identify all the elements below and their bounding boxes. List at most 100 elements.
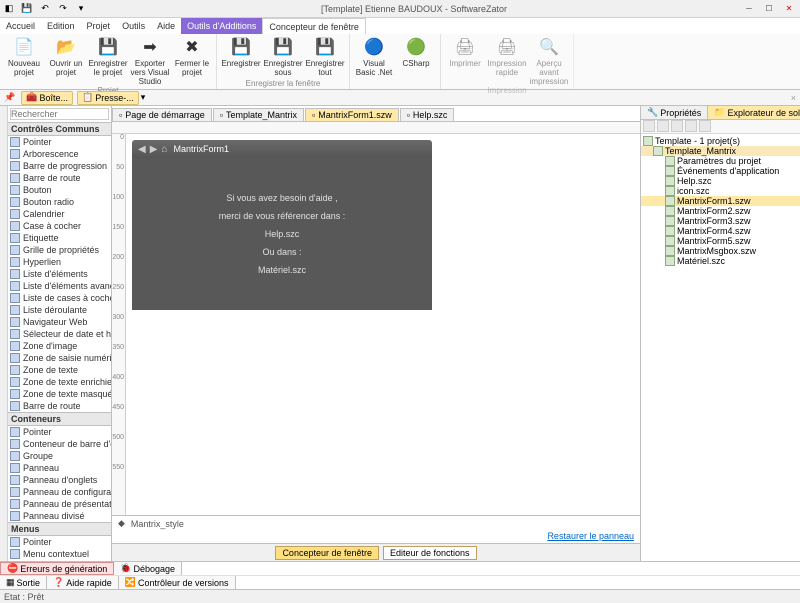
toolbox-item[interactable]: Liste déroulante xyxy=(8,304,111,316)
restore-panel-link[interactable]: Restaurer le panneau xyxy=(547,531,640,543)
dropdown-icon[interactable]: ▾ xyxy=(141,92,146,103)
tree-node[interactable]: MantrixMsgbox.szw xyxy=(641,246,800,256)
mode-designer-button[interactable]: Concepteur de fenêtre xyxy=(275,546,379,560)
toolbox-item[interactable]: Barre d'état xyxy=(8,560,111,561)
toolbox-item[interactable]: Zone d'image xyxy=(8,340,111,352)
toolbox-item[interactable]: Zone de texte xyxy=(8,364,111,376)
toolbox-item[interactable]: Panneau xyxy=(8,462,111,474)
ribbon-vbnet[interactable]: 🔵Visual Basic .Net xyxy=(354,36,394,78)
tree-node[interactable]: Événements d'application xyxy=(641,166,800,176)
toolbox-item[interactable]: Panneau de configuration de xyxy=(8,486,111,498)
tree-node[interactable]: MantrixForm4.szw xyxy=(641,226,800,236)
tree-node[interactable]: Help.szc xyxy=(641,176,800,186)
doctab-help[interactable]: ▫Help.szc xyxy=(400,108,455,121)
toolbox-item[interactable]: Zone de saisie numérique xyxy=(8,352,111,364)
style-component-icon[interactable]: ◆ xyxy=(118,518,125,529)
toolbox-item[interactable]: Hyperlien xyxy=(8,256,111,268)
ribbon-save-as[interactable]: 💾Enregistrer sous xyxy=(263,36,303,78)
qat-undo-icon[interactable]: ↶ xyxy=(38,2,52,16)
tree-node[interactable]: Paramètres du projet xyxy=(641,156,800,166)
toolbox-item[interactable]: Panneau de présentation en xyxy=(8,498,111,510)
toolbox-item[interactable]: Calendrier xyxy=(8,208,111,220)
toolbox-item[interactable]: Groupe xyxy=(8,450,111,462)
toolbox-item[interactable]: Pointer xyxy=(8,136,111,148)
tree-node[interactable]: MantrixForm2.szw xyxy=(641,206,800,216)
panel-close-icon[interactable]: × xyxy=(791,93,800,103)
ribbon-close-project[interactable]: ✖Fermer le projet xyxy=(172,36,212,78)
menu-aide[interactable]: Aide xyxy=(151,18,181,34)
toolbox-item[interactable]: Sélecteur de date et heure xyxy=(8,328,111,340)
qat-save-icon[interactable]: 💾 xyxy=(20,2,34,16)
subtab-clipboard[interactable]: 📋Presse-... xyxy=(77,91,139,105)
toolbox-item[interactable]: Navigateur Web xyxy=(8,316,111,328)
tree-node[interactable]: Matériel.szc xyxy=(641,256,800,266)
toolbar-btn[interactable] xyxy=(685,120,697,132)
toolbox-item[interactable]: Bouton xyxy=(8,184,111,196)
qat-redo-icon[interactable]: ↷ xyxy=(56,2,70,16)
doctab-mantrixform1[interactable]: ▫MantrixForm1.szw xyxy=(305,108,399,121)
ribbon-new-project[interactable]: 📄Nouveau projet xyxy=(4,36,44,78)
nav-home-icon[interactable]: ⌂ xyxy=(161,144,167,155)
ribbon-save-project[interactable]: 💾Enregistrer le projet xyxy=(88,36,128,78)
menu-window-designer[interactable]: Concepteur de fenêtre xyxy=(262,18,366,34)
toolbox-item[interactable]: Pointer xyxy=(8,426,111,438)
toolbox-item[interactable]: Liste d'éléments xyxy=(8,268,111,280)
nav-back-icon[interactable]: ◀ xyxy=(138,144,146,155)
design-canvas[interactable]: ◀ ▶ ⌂ MantrixForm1 Si vous avez besoin d… xyxy=(126,134,640,515)
toolbox-item[interactable]: Zone de texte masquée xyxy=(8,388,111,400)
toolbox-item[interactable]: Panneau divisé xyxy=(8,510,111,522)
subtab-toolbox[interactable]: 🧰Boîte... xyxy=(21,91,73,105)
pin-icon[interactable]: 📌 xyxy=(0,92,19,103)
bottom-tab-help[interactable]: ❓Aide rapide xyxy=(47,576,119,589)
toolbox-item[interactable]: Bouton radio xyxy=(8,196,111,208)
doctab-template[interactable]: ▫Template_Mantrix xyxy=(213,108,304,121)
toolbox-item[interactable]: Barre de progression xyxy=(8,160,111,172)
toolbox-item[interactable]: Conteneur de barre d'outils xyxy=(8,438,111,450)
toolbox-item[interactable]: Arborescence xyxy=(8,148,111,160)
toolbox-item[interactable]: Zone de texte enrichie xyxy=(8,376,111,388)
toolbox-cat-common[interactable]: Contrôles Communs xyxy=(8,122,111,136)
toolbox-item[interactable]: Panneau d'onglets xyxy=(8,474,111,486)
menu-edition[interactable]: Edition xyxy=(41,18,81,34)
toolbox-item[interactable]: Liste d'éléments avancé xyxy=(8,280,111,292)
toolbar-btn[interactable] xyxy=(699,120,711,132)
toolbox-cat-containers[interactable]: Conteneurs xyxy=(8,412,111,426)
bottom-tab-vcs[interactable]: 🔀Contrôleur de versions xyxy=(119,576,236,589)
menu-accueil[interactable]: Accueil xyxy=(0,18,41,34)
toolbox-item[interactable]: Pointer xyxy=(8,536,111,548)
qat-more-icon[interactable]: ▾ xyxy=(74,2,88,16)
toolbar-btn[interactable] xyxy=(657,120,669,132)
toolbox-item[interactable]: Barre de route xyxy=(8,400,111,412)
ribbon-save[interactable]: 💾Enregistrer xyxy=(221,36,261,69)
form-window[interactable]: ◀ ▶ ⌂ MantrixForm1 Si vous avez besoin d… xyxy=(132,140,432,310)
menu-projet[interactable]: Projet xyxy=(81,18,117,34)
tree-node[interactable]: MantrixForm5.szw xyxy=(641,236,800,246)
toolbox-item[interactable]: Liste de cases à coche xyxy=(8,292,111,304)
toolbox-item[interactable]: Grille de propriétés xyxy=(8,244,111,256)
nav-forward-icon[interactable]: ▶ xyxy=(150,144,158,155)
ribbon-open-project[interactable]: 📂Ouvrir un projet xyxy=(46,36,86,78)
toolbox-item[interactable]: Etiquette xyxy=(8,232,111,244)
tree-node-selected[interactable]: MantrixForm1.szw xyxy=(641,196,800,206)
tree-solution[interactable]: Template - 1 projet(s) xyxy=(641,136,800,146)
mode-functions-button[interactable]: Editeur de fonctions xyxy=(383,546,477,560)
maximize-button[interactable]: ☐ xyxy=(760,2,778,16)
doctab-start[interactable]: ▫Page de démarrage xyxy=(112,108,212,121)
minimize-button[interactable]: ─ xyxy=(740,2,758,16)
close-button[interactable]: ✕ xyxy=(780,2,798,16)
bottom-tab-output[interactable]: ▦Sortie xyxy=(0,576,47,589)
toolbar-btn[interactable] xyxy=(671,120,683,132)
tree-project[interactable]: Template_Mantrix xyxy=(641,146,800,156)
menu-outils[interactable]: Outils xyxy=(116,18,151,34)
toolbox-item[interactable]: Case à cocher xyxy=(8,220,111,232)
tree-node[interactable]: icon.szc xyxy=(641,186,800,196)
ribbon-save-all[interactable]: 💾Enregistrer tout xyxy=(305,36,345,78)
right-tab-explorer[interactable]: 📁Explorateur de solution xyxy=(708,106,800,119)
toolbox-item[interactable]: Menu contextuel xyxy=(8,548,111,560)
ribbon-export-vs[interactable]: ➡Exporter vers Visual Studio xyxy=(130,36,170,86)
menu-addon-tools[interactable]: Outils d'Additions xyxy=(181,18,262,34)
toolbox-search-input[interactable] xyxy=(10,108,109,120)
tree-node[interactable]: MantrixForm3.szw xyxy=(641,216,800,226)
left-strip[interactable] xyxy=(0,106,8,561)
style-component[interactable]: Mantrix_style xyxy=(131,519,184,529)
